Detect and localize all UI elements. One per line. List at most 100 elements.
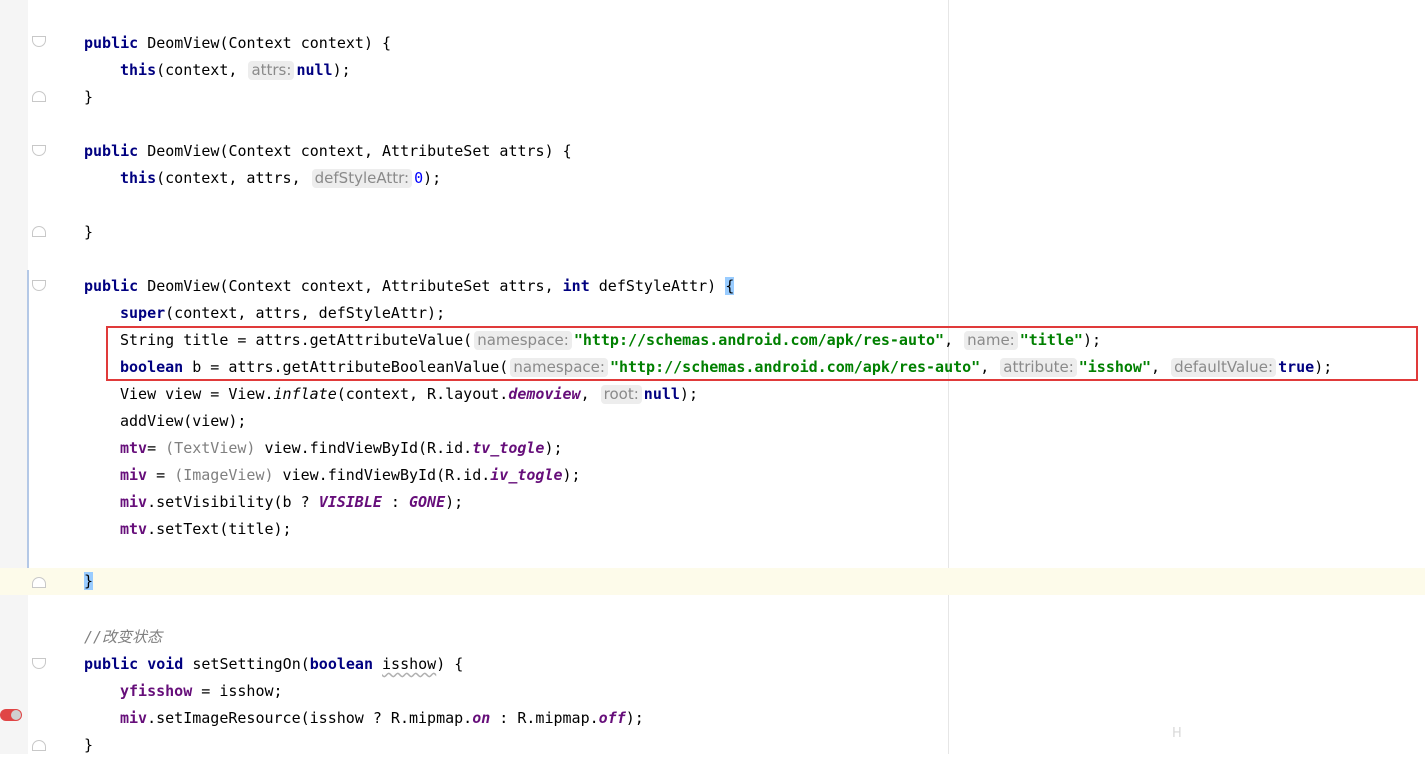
parameter-hint: root: <box>600 385 642 404</box>
code-text: (context, attrs, <box>156 169 310 187</box>
code-text: (context, attrs, defStyleAttr); <box>165 304 446 322</box>
keyword: boolean <box>309 655 373 673</box>
code-text: defStyleAttr) <box>589 277 726 295</box>
code-line[interactable]: addView(view); <box>120 408 246 435</box>
redundant-cast: (ImageView) <box>174 466 274 484</box>
redundant-cast: (TextView) <box>165 439 256 457</box>
code-line[interactable]: yfisshow = isshow; <box>120 678 283 705</box>
keyword: null <box>296 61 333 79</box>
fold-toggle-icon[interactable] <box>32 226 46 237</box>
comment: //改变状态 <box>84 628 163 646</box>
code-text: .setImageResource(isshow ? R.mipmap. <box>147 709 473 727</box>
matched-brace: } <box>84 572 94 590</box>
code-line[interactable]: View view = View.inflate(context, R.layo… <box>120 381 698 408</box>
field: mtv <box>120 439 148 457</box>
code-text: ); <box>625 709 644 727</box>
keyword: this <box>120 169 157 187</box>
static-field: off <box>598 709 626 727</box>
code-text: addView(view); <box>120 412 247 430</box>
code-text: .setVisibility(b ? <box>147 493 319 511</box>
breakpoint-toggle-icon[interactable] <box>0 709 22 721</box>
matched-brace: { <box>725 277 735 295</box>
keyword: this <box>120 61 157 79</box>
code-line[interactable]: miv.setVisibility(b ? VISIBLE : GONE); <box>120 489 463 516</box>
keyword: int <box>562 277 590 295</box>
code-line[interactable]: public void setSettingOn(boolean isshow)… <box>84 651 463 678</box>
code-line[interactable]: this(context, attrs: null); <box>120 57 351 84</box>
static-field: GONE <box>409 493 446 511</box>
code-text: , <box>580 385 599 403</box>
code-text: ); <box>445 493 464 511</box>
code-text: : R.mipmap. <box>490 709 599 727</box>
static-field: iv_togle <box>490 466 563 484</box>
fold-toggle-icon[interactable] <box>32 577 46 588</box>
fold-column <box>28 0 58 754</box>
code-text: = <box>147 439 166 457</box>
code-line[interactable]: miv.setImageResource(isshow ? R.mipmap.o… <box>120 705 644 732</box>
field: miv <box>120 493 148 511</box>
code-text: View view = View. <box>120 385 274 403</box>
static-method: inflate <box>273 385 337 403</box>
code-line[interactable]: } <box>84 568 94 595</box>
keyword: void <box>147 655 184 673</box>
code-text: = isshow; <box>192 682 283 700</box>
code-text: ); <box>332 61 351 79</box>
keyword: public <box>84 34 139 52</box>
fold-toggle-icon[interactable] <box>32 91 46 102</box>
code-text: (context, R.layout. <box>336 385 509 403</box>
code-text: setSettingOn( <box>183 655 310 673</box>
code-text: ) { <box>436 655 464 673</box>
static-field: tv_togle <box>472 439 545 457</box>
field: mtv <box>120 520 148 538</box>
code-text: ); <box>544 439 563 457</box>
code-line[interactable]: this(context, attrs, defStyleAttr: 0); <box>120 165 441 192</box>
editor-gutter <box>0 0 28 754</box>
code-text: } <box>84 736 94 754</box>
code-line[interactable]: super(context, attrs, defStyleAttr); <box>120 300 445 327</box>
code-text: DeomView(Context context, AttributeSet a… <box>147 142 572 160</box>
code-text: ); <box>679 385 698 403</box>
code-text: view.findViewById(R.id. <box>273 466 491 484</box>
keyword: public <box>84 277 139 295</box>
code-text: (context, <box>156 61 247 79</box>
code-text: } <box>84 88 94 106</box>
code-text: .setText(title); <box>147 520 292 538</box>
keyword: null <box>643 385 680 403</box>
change-marker <box>27 270 29 595</box>
parameter-hint: defStyleAttr: <box>311 169 413 188</box>
caret-line-highlight <box>0 568 1425 595</box>
keyword: public <box>84 142 139 160</box>
code-line[interactable]: } <box>84 219 93 246</box>
static-field: on <box>472 709 491 727</box>
code-text: ); <box>562 466 581 484</box>
static-field: demoview <box>508 385 581 403</box>
field: miv <box>120 709 148 727</box>
code-line[interactable]: public DeomView(Context context) { <box>84 30 391 57</box>
parameter: isshow <box>382 655 437 673</box>
keyword: super <box>120 304 166 322</box>
code-line[interactable]: } <box>84 84 93 111</box>
code-line[interactable]: public DeomView(Context context, Attribu… <box>84 138 572 165</box>
code-line[interactable]: } <box>84 732 93 759</box>
number-literal: 0 <box>414 169 424 187</box>
fold-toggle-icon[interactable] <box>32 740 46 751</box>
field: yfisshow <box>120 682 193 700</box>
code-text: DeomView(Context context, AttributeSet a… <box>147 277 563 295</box>
code-text: ); <box>423 169 442 187</box>
code-line[interactable]: miv = (ImageView) view.findViewById(R.id… <box>120 462 581 489</box>
parameter-hint: attrs: <box>248 61 295 80</box>
watermark: H <box>1172 726 1182 741</box>
code-line[interactable]: public DeomView(Context context, Attribu… <box>84 273 735 300</box>
code-line[interactable]: mtv= (TextView) view.findViewById(R.id.t… <box>120 435 563 462</box>
code-text: DeomView(Context context) { <box>147 34 392 52</box>
static-field: VISIBLE <box>318 493 382 511</box>
highlight-annotation-box <box>106 326 1418 381</box>
code-line[interactable]: mtv.setText(title); <box>120 516 292 543</box>
code-text: : <box>381 493 409 511</box>
code-line[interactable]: //改变状态 <box>84 624 162 651</box>
code-text: } <box>84 223 94 241</box>
code-text: = <box>147 466 175 484</box>
keyword: public <box>84 655 139 673</box>
code-text: view.findViewById(R.id. <box>255 439 473 457</box>
